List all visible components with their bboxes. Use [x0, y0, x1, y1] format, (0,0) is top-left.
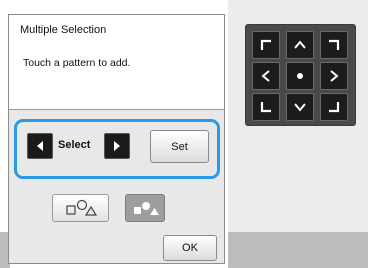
arrow-center-button[interactable] [286, 62, 314, 90]
shapes-outline-icon [66, 199, 98, 216]
arrow-up-right-button[interactable] [320, 31, 348, 59]
arrow-left-button[interactable] [252, 62, 280, 90]
select-label: Select [58, 139, 91, 151]
arrow-pad [245, 24, 356, 126]
chevron-down-icon [294, 103, 306, 112]
arrow-up-button[interactable] [286, 31, 314, 59]
chevron-right-icon [330, 70, 339, 82]
center-dot-icon [297, 73, 303, 79]
chevron-up-icon [294, 40, 306, 49]
dialog-info-area: Multiple Selection Touch a pattern to ad… [9, 15, 224, 110]
arrow-down-button[interactable] [286, 93, 314, 121]
arrow-left-icon [37, 141, 43, 151]
corner-down-right-icon [329, 102, 340, 113]
select-previous-button[interactable] [27, 133, 53, 159]
add-pattern-active-button[interactable] [125, 194, 165, 222]
shapes-filled-icon [134, 202, 159, 215]
arrow-down-left-button[interactable] [252, 93, 280, 121]
add-pattern-button[interactable] [52, 194, 109, 222]
corner-down-left-icon [260, 102, 271, 113]
corner-up-right-icon [329, 39, 340, 50]
select-next-button[interactable] [104, 133, 130, 159]
ok-button[interactable]: OK [163, 235, 217, 261]
arrow-down-right-button[interactable] [320, 93, 348, 121]
arrow-right-button[interactable] [320, 62, 348, 90]
set-button[interactable]: Set [150, 130, 209, 163]
arrow-up-left-button[interactable] [252, 31, 280, 59]
chevron-left-icon [261, 70, 270, 82]
corner-up-left-icon [260, 39, 271, 50]
background-bottom-strip [228, 232, 368, 268]
dialog-title: Multiple Selection [20, 24, 107, 36]
dialog-message: Touch a pattern to add. [23, 57, 131, 69]
arrow-right-icon [114, 141, 120, 151]
